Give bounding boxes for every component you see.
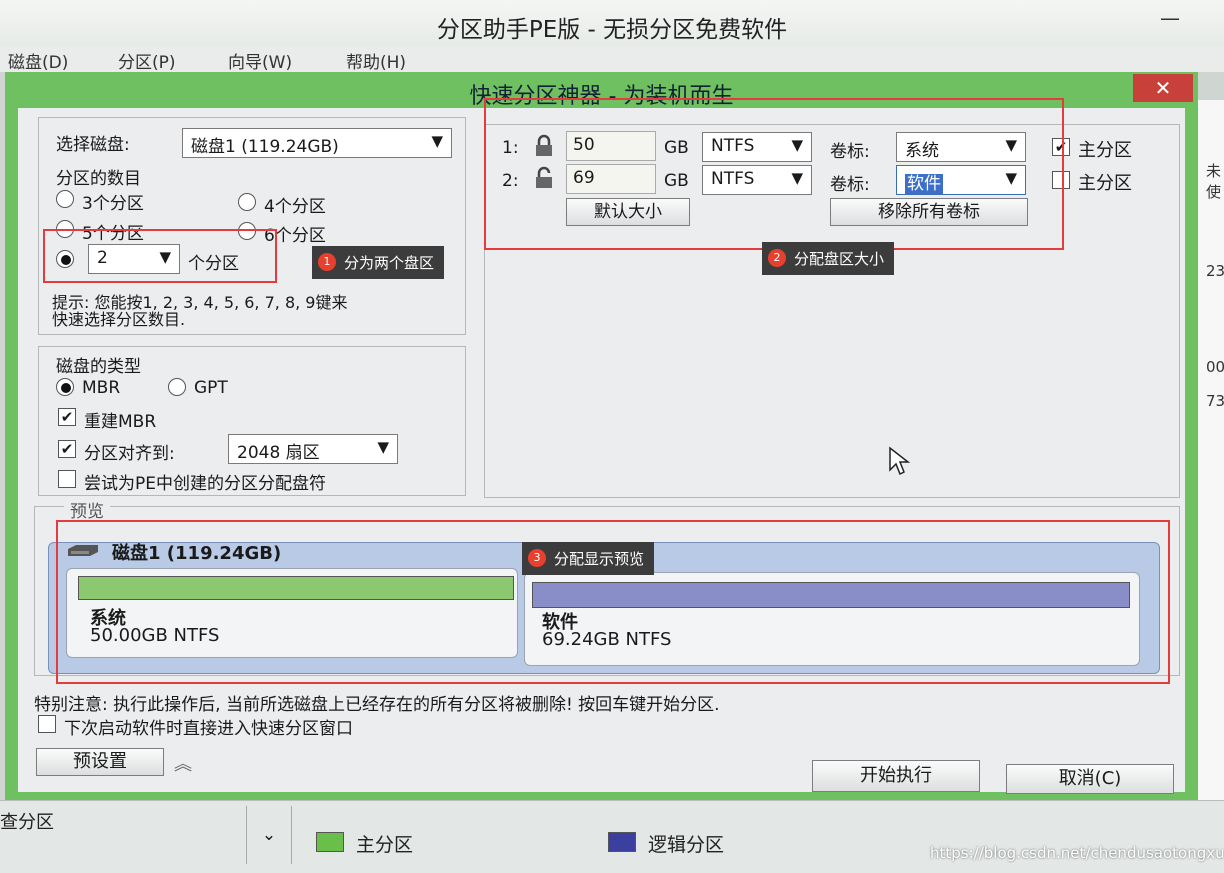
radio-gpt[interactable] xyxy=(168,378,186,396)
annotation-callout-1: 1 分为两个盘区 xyxy=(312,246,445,279)
cancel-button[interactable]: 取消(C) xyxy=(1006,764,1174,794)
align-select-value: 2048 扇区 xyxy=(237,443,320,463)
gpt-label: GPT xyxy=(194,378,228,398)
legend-primary-label: 主分区 xyxy=(356,834,414,856)
annotation-text: 分配显示预览 xyxy=(554,550,645,568)
edge-text: 未使 xyxy=(1206,162,1222,201)
chevron-down-icon: ▼ xyxy=(431,132,443,150)
mouse-cursor-icon xyxy=(888,446,914,476)
edge-text: 23 xyxy=(1206,262,1224,280)
radio-3-label: 3个分区 xyxy=(82,194,144,214)
background-side-panel xyxy=(1196,100,1224,800)
close-button[interactable]: ✕ xyxy=(1133,74,1193,102)
annotation-number: 1 xyxy=(318,253,336,271)
preview-label: 预览 xyxy=(64,497,110,522)
menu-disk[interactable]: 磁盘(D) xyxy=(8,48,68,73)
legend-logical-swatch xyxy=(608,832,636,852)
rebuild-mbr-label: 重建MBR xyxy=(84,412,157,432)
mbr-label: MBR xyxy=(82,378,121,398)
annotation-box-2 xyxy=(484,98,1064,250)
annotation-callout-3: 3 分配显示预览 xyxy=(522,542,655,575)
hint-line-2: 快速选择分区数目. xyxy=(52,310,186,329)
preset-button[interactable]: 预设置 xyxy=(36,748,164,776)
align-label: 分区对齐到: xyxy=(84,444,175,464)
align-checkbox[interactable]: ✔ xyxy=(58,440,76,458)
status-text: 查分区 xyxy=(0,812,54,833)
chevron-down-icon: ▼ xyxy=(377,438,389,456)
app-menu-bar xyxy=(0,46,1224,72)
radio-mbr[interactable] xyxy=(56,378,74,396)
align-select[interactable]: 2048 扇区 ▼ xyxy=(228,434,398,464)
minimize-button[interactable]: — xyxy=(1160,6,1180,30)
annotation-text: 分为两个盘区 xyxy=(344,254,435,272)
assign-letter-label: 尝试为PE中创建的分区分配盘符 xyxy=(84,474,326,494)
annotation-callout-2: 2 分配盘区大小 xyxy=(762,242,895,275)
radio-3-partitions[interactable] xyxy=(56,190,74,208)
partition-1-primary-label: 主分区 xyxy=(1078,140,1132,161)
chevron-down-icon[interactable]: ⌄ xyxy=(246,806,292,864)
disk-select[interactable]: 磁盘1 (119.24GB) ▼ xyxy=(182,128,452,158)
menu-partition[interactable]: 分区(P) xyxy=(118,48,176,73)
menu-help[interactable]: 帮助(H) xyxy=(346,48,406,73)
radio-4-partitions[interactable] xyxy=(238,193,256,211)
assign-letter-checkbox[interactable] xyxy=(58,470,76,488)
annotation-text: 分配盘区大小 xyxy=(794,250,885,268)
open-next-time-checkbox[interactable] xyxy=(38,715,56,733)
edge-text: 73 xyxy=(1206,392,1224,410)
legend-logical-label: 逻辑分区 xyxy=(648,834,725,856)
annotation-box-1 xyxy=(43,229,277,283)
radio-4-label: 4个分区 xyxy=(264,197,326,217)
menu-wizard[interactable]: 向导(W) xyxy=(228,48,292,73)
app-title-bar: 分区助手PE版 - 无损分区免费软件 — xyxy=(0,0,1224,48)
start-button[interactable]: 开始执行 xyxy=(812,760,980,792)
edge-text: 00 xyxy=(1206,358,1224,376)
watermark: https://blog.csdn.net/chendusaotongxue xyxy=(930,844,1224,862)
warning-text: 特别注意: 执行此操作后, 当前所选磁盘上已经存在的所有分区将被删除! 按回车键… xyxy=(34,695,720,715)
app-title: 分区助手PE版 - 无损分区免费软件 xyxy=(436,17,788,43)
open-next-time-label: 下次启动软件时直接进入快速分区窗口 xyxy=(64,719,353,739)
expand-icon[interactable]: ︽ xyxy=(174,750,192,776)
annotation-number: 2 xyxy=(768,249,786,267)
disk-select-value: 磁盘1 (119.24GB) xyxy=(191,137,339,157)
partition-2-primary-label: 主分区 xyxy=(1078,173,1132,194)
disk-type-label: 磁盘的类型 xyxy=(56,357,141,377)
annotation-number: 3 xyxy=(528,549,546,567)
legend-primary-swatch xyxy=(316,832,344,852)
partition-count-label: 分区的数目 xyxy=(56,169,141,189)
select-disk-label: 选择磁盘: xyxy=(56,135,130,155)
rebuild-mbr-checkbox[interactable]: ✔ xyxy=(58,408,76,426)
